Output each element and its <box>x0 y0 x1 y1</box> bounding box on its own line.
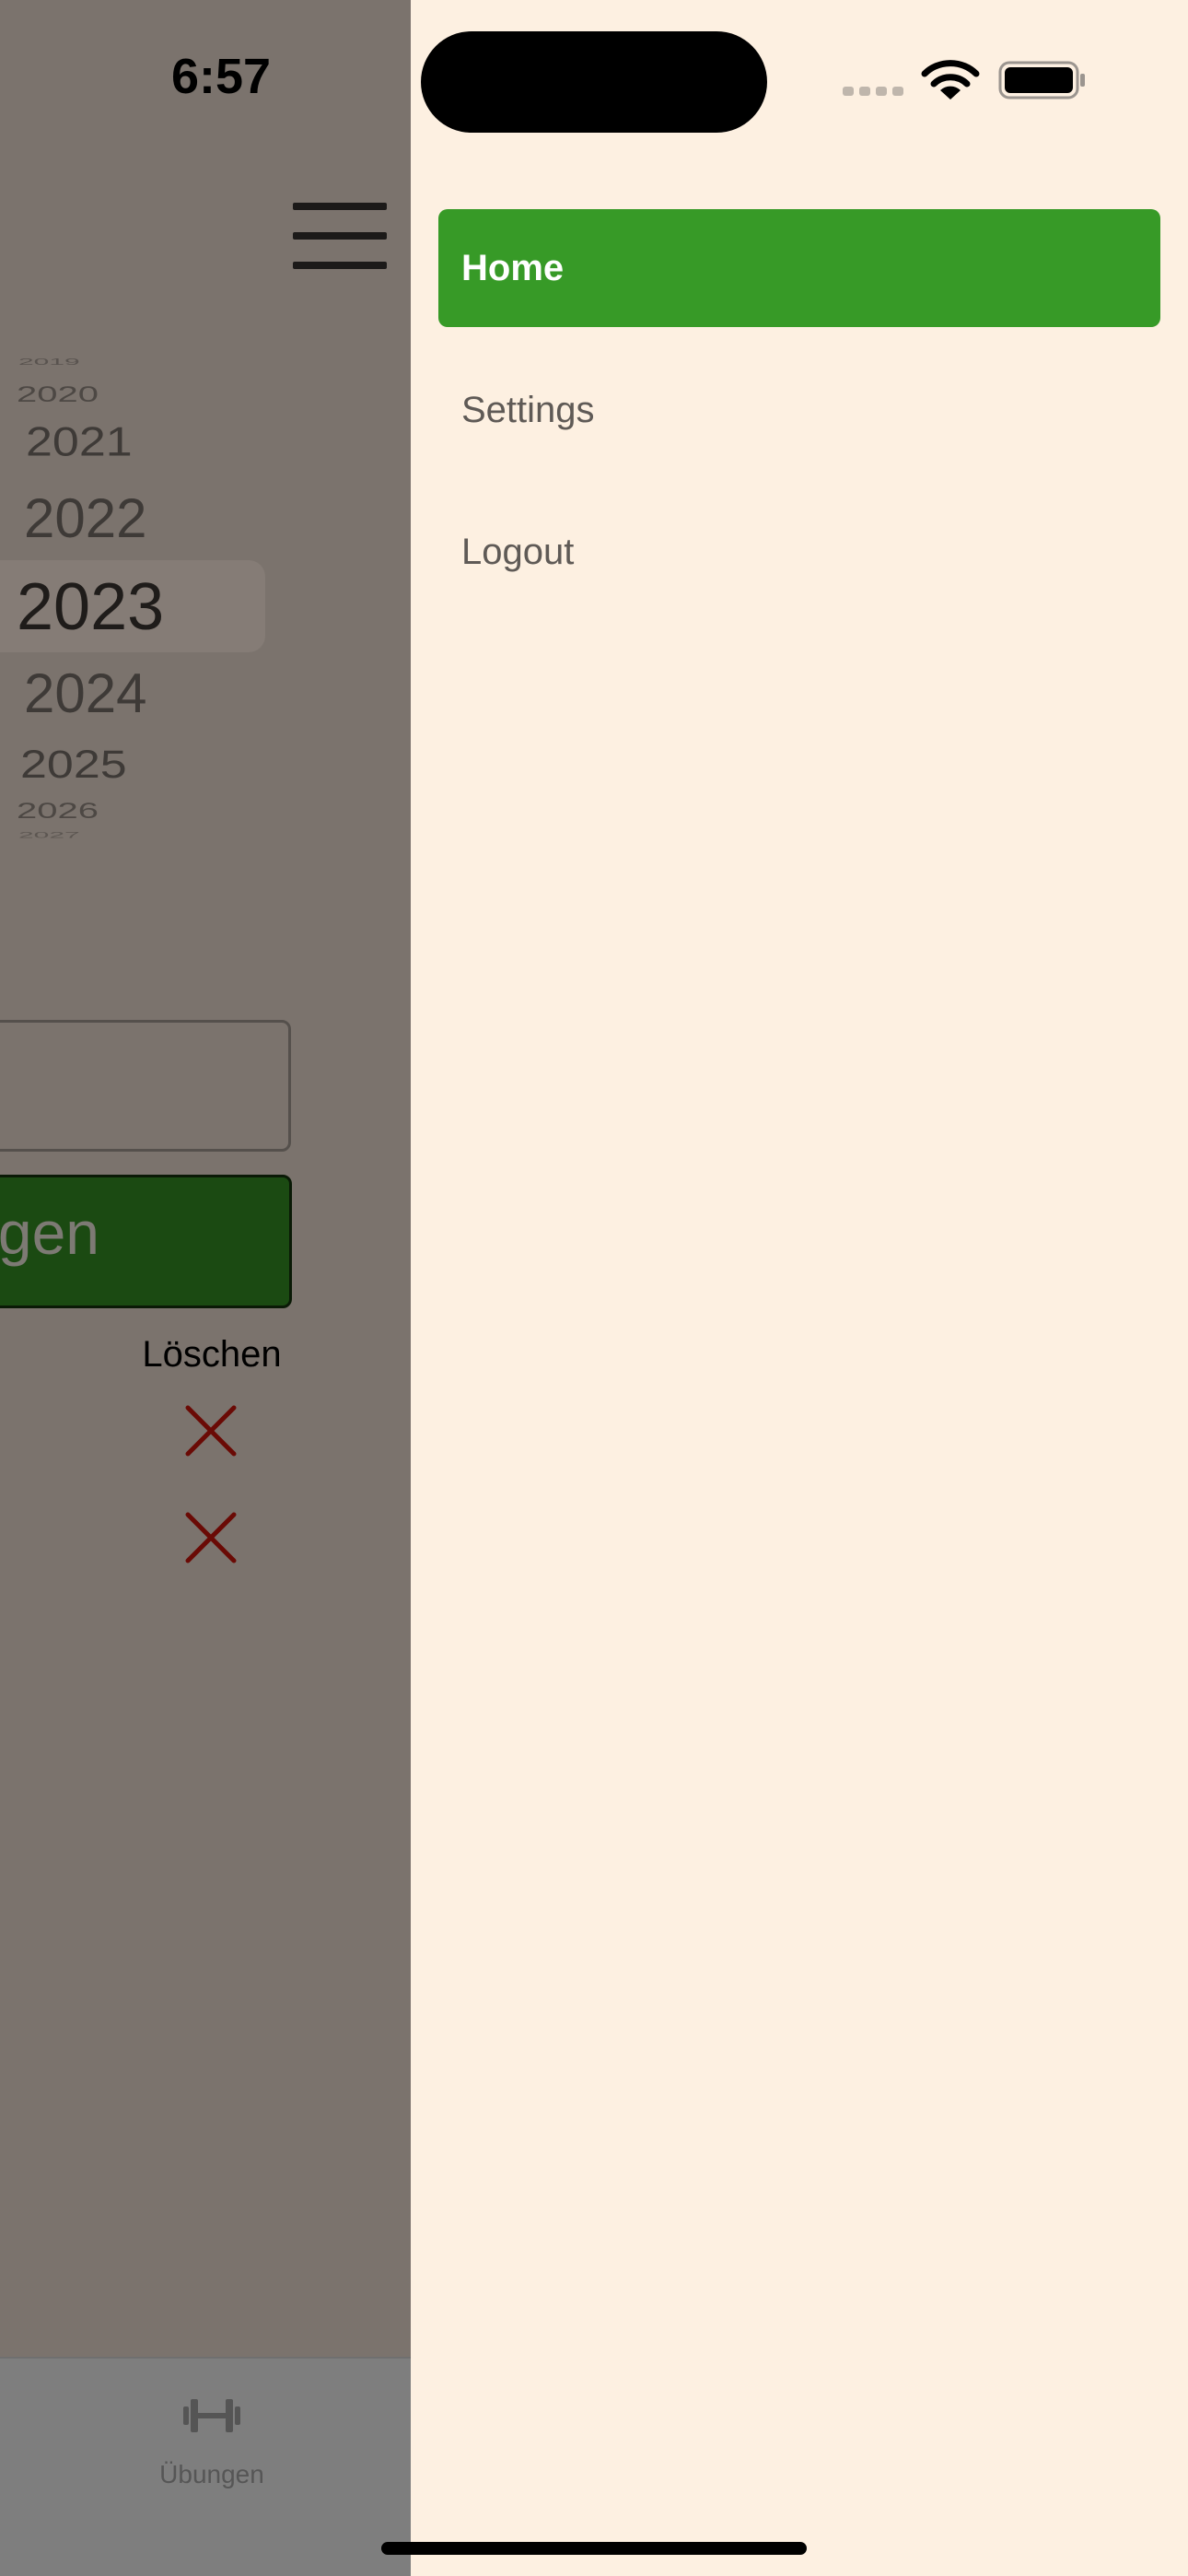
menu-item-logout[interactable]: Logout <box>438 493 1160 611</box>
year-option: 2027 <box>18 830 80 840</box>
year-wheel-picker[interactable]: 2019 2020 2021 2022 2023 2024 2025 2026 … <box>0 350 276 866</box>
dynamic-island <box>421 31 767 133</box>
menu-item-home[interactable]: Home <box>438 209 1160 327</box>
dimmed-background-screen[interactable]: 6:57 2019 2020 2021 2022 2023 2024 2025 … <box>0 0 411 2576</box>
tab-exercises-label: Übungen <box>159 2460 264 2488</box>
delete-x-icon[interactable] <box>184 1404 238 1458</box>
status-bar-time: 6:57 <box>170 49 272 104</box>
year-option-selected[interactable]: 2023 <box>17 569 164 645</box>
tab-exercises[interactable]: Übungen <box>120 2395 304 2506</box>
delete-x-icon[interactable] <box>184 1511 238 1564</box>
dumbbell-icon <box>183 2399 240 2432</box>
year-option: 2019 <box>18 357 80 368</box>
hamburger-menu-icon[interactable] <box>293 203 387 269</box>
cellular-signal-icon <box>843 87 903 96</box>
year-option: 2026 <box>17 799 99 824</box>
delete-column-header: Löschen <box>142 1334 282 1375</box>
add-button[interactable]: Hinzufügen <box>0 1175 292 1308</box>
wifi-icon <box>921 60 980 100</box>
year-option[interactable]: 2025 <box>20 742 127 787</box>
tab-bar: Übungen <box>0 2357 411 2576</box>
year-option: 2020 <box>17 382 99 407</box>
home-indicator[interactable] <box>381 2542 807 2555</box>
year-option[interactable]: 2022 <box>24 486 146 550</box>
battery-icon <box>998 61 1085 100</box>
exercise-name-input[interactable] <box>0 1020 291 1152</box>
menu-item-settings[interactable]: Settings <box>438 351 1160 469</box>
year-option[interactable]: 2021 <box>26 419 133 466</box>
add-button-label: Hinzufügen <box>0 1199 99 1267</box>
year-option[interactable]: 2024 <box>24 662 146 725</box>
